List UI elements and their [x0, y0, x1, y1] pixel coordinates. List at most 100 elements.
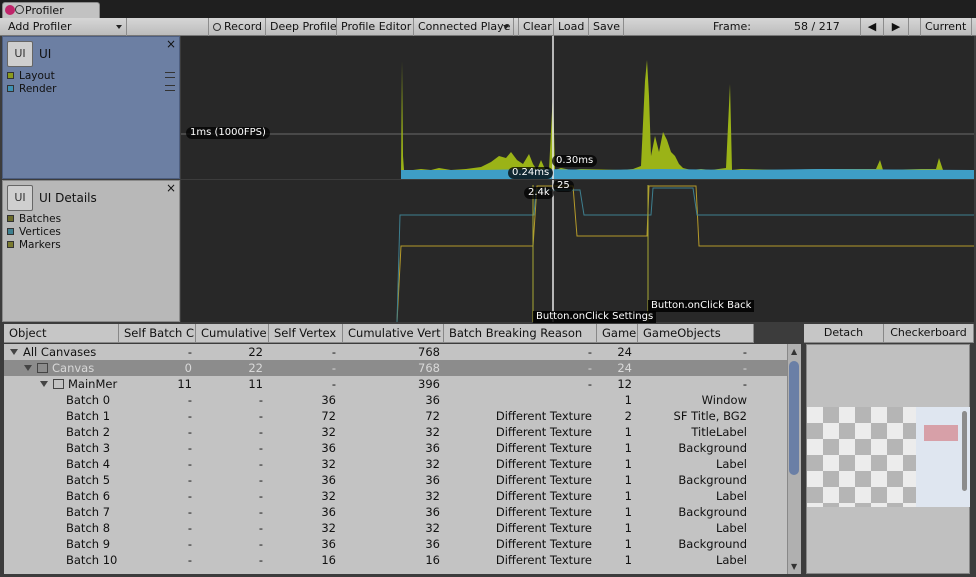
table-row[interactable]: Batch 6 - - 32 32 Different Texture 1 Label [4, 488, 787, 504]
scroll-up-icon[interactable]: ▲ [791, 347, 797, 356]
chevron-down-icon [503, 25, 509, 29]
cell-gameobjects: Background [678, 505, 747, 519]
cell-game: 1 [624, 537, 632, 551]
checkerboard-button[interactable]: Checkerboard [884, 324, 974, 343]
cell-gameobjects: Label [715, 553, 747, 567]
cell-gameobjects: - [742, 377, 747, 391]
detach-button[interactable]: Detach [804, 324, 884, 343]
load-label: Load [558, 20, 585, 33]
cell-self-batch: - [187, 489, 192, 503]
expand-triangle-icon[interactable] [40, 381, 48, 387]
col-self-batch[interactable]: Self Batch C [119, 324, 196, 343]
col-batch-breaking-reason[interactable]: Batch Breaking Reason [444, 324, 597, 343]
close-icon[interactable]: × [166, 181, 176, 195]
cell-object: Batch 10 [66, 552, 119, 568]
add-profiler-dropdown[interactable]: Add Profiler [4, 18, 127, 36]
layout-swatch [7, 72, 14, 79]
cell-gameobjects: Label [715, 489, 747, 503]
cell-self-vertex: 36 [321, 441, 336, 455]
connected-player-dropdown[interactable]: Connected Playe [414, 18, 514, 36]
deep-profile-button[interactable]: Deep Profile [266, 18, 337, 36]
expand-triangle-icon[interactable] [24, 365, 32, 371]
table-row[interactable]: Batch 9 - - 36 36 Different Texture 1 Backgroun… [4, 536, 787, 552]
graph-value-label-batches: 25 [553, 180, 574, 192]
cell-cumulative: - [258, 457, 263, 471]
profiler-tab[interactable]: Profiler [2, 2, 100, 18]
col-cumulative[interactable]: Cumulative [196, 324, 269, 343]
table-header: Object Self Batch C Cumulative Self Vert… [4, 324, 754, 343]
table-row[interactable]: Batch 10 - - 16 16 Different Texture 1 Label [4, 552, 787, 568]
drag-handle-icon[interactable] [165, 72, 175, 78]
cell-object: Canvas [24, 360, 119, 376]
table-row[interactable]: Canvas 0 22 - 768 - 24 - [4, 360, 787, 376]
scrollbar-thumb[interactable] [789, 361, 799, 475]
object-name: Batch 0 [66, 393, 111, 407]
cell-self-batch: - [187, 553, 192, 567]
graph-value-label-render: 0.24ms [508, 167, 554, 179]
close-icon[interactable]: × [166, 37, 176, 51]
table-row[interactable]: All Canvases - 22 - 768 - 24 - [4, 344, 787, 360]
clear-label: Clear [523, 20, 552, 33]
scroll-down-icon[interactable]: ▼ [791, 562, 797, 571]
ui-details-module-title: UI Details [39, 191, 97, 205]
col-cumulative-vert[interactable]: Cumulative Vert [343, 324, 444, 343]
table-row[interactable]: Batch 8 - - 32 32 Different Texture 1 Label [4, 520, 787, 536]
graph-value-label-vertices: 2.4k [524, 187, 554, 199]
window-title-bar [0, 0, 976, 18]
col-gameobjects[interactable]: GameObjects [638, 324, 754, 343]
cell-object: Batch 8 [66, 520, 119, 536]
ui-details-graph[interactable]: 25 2.4k Button.onClick Settings Button.o… [181, 180, 974, 323]
object-name: Batch 8 [66, 521, 111, 535]
load-button[interactable]: Load [554, 18, 589, 36]
object-name: Batch 7 [66, 505, 111, 519]
cell-self-batch: - [187, 409, 192, 423]
table-row[interactable]: Batch 2 - - 32 32 Different Texture 1 TitleLabe… [4, 424, 787, 440]
col-object[interactable]: Object [4, 324, 119, 343]
drag-handle-icon[interactable] [165, 85, 175, 91]
cell-self-batch: - [187, 505, 192, 519]
legend-render[interactable]: Render [7, 83, 56, 95]
profile-editor-button[interactable]: Profile Editor [337, 18, 414, 36]
legend-vertices-label: Vertices [19, 226, 61, 238]
object-name: Batch 1 [66, 409, 111, 423]
expand-triangle-icon[interactable] [10, 349, 18, 355]
table-row[interactable]: Batch 4 - - 32 32 Different Texture 1 Label [4, 456, 787, 472]
table-row[interactable]: Batch 7 - - 36 36 Different Texture 1 Backgroun… [4, 504, 787, 520]
cell-self-vertex: 36 [321, 505, 336, 519]
col-game[interactable]: Game [597, 324, 638, 343]
legend-vertices[interactable]: Vertices [7, 226, 61, 238]
table-row[interactable]: Batch 1 - - 72 72 Different Texture 2 SF Title,… [4, 408, 787, 424]
cell-cumulative: - [258, 409, 263, 423]
ui-timing-graph[interactable]: 1ms (1000FPS) 0.30ms 0.24ms [181, 36, 974, 179]
cell-batch-breaking-reason: Different Texture [495, 425, 592, 439]
record-button[interactable]: Record [208, 18, 266, 36]
ui-profiler-module[interactable]: UI UI × Layout Render [2, 36, 180, 179]
legend-batches[interactable]: Batches [7, 213, 61, 225]
ui-details-profiler-module[interactable]: UI UI Details × Batches Vertices Markers [2, 180, 180, 322]
prev-frame-button[interactable]: ◀ [860, 18, 884, 36]
cell-self-vertex: 32 [321, 425, 336, 439]
cell-object: Batch 1 [66, 408, 119, 424]
clear-button[interactable]: Clear [518, 18, 554, 36]
canvas-object-icon [53, 379, 64, 389]
object-name: Batch 5 [66, 473, 111, 487]
table-row[interactable]: MainMer 11 11 - 396 - 12 - [4, 376, 787, 392]
save-button[interactable]: Save [589, 18, 624, 36]
markers-swatch [7, 241, 14, 248]
close-dot-icon[interactable] [5, 5, 15, 15]
legend-layout[interactable]: Layout [7, 70, 55, 82]
cell-cumulative-vert: 36 [425, 473, 440, 487]
next-frame-button[interactable]: ▶ [884, 18, 909, 36]
current-frame-button[interactable]: Current [920, 18, 972, 36]
cell-batch-breaking-reason: Different Texture [495, 505, 592, 519]
ui-details-module-icon: UI [7, 185, 33, 211]
table-row[interactable]: Batch 0 - - 36 36 1 Window [4, 392, 787, 408]
profiler-clock-icon [15, 5, 24, 14]
cell-gameobjects: SF Title, BG2 [673, 409, 747, 423]
cell-cumulative: - [258, 521, 263, 535]
table-row[interactable]: Batch 5 - - 36 36 Different Texture 1 Backgroun… [4, 472, 787, 488]
col-self-vertex[interactable]: Self Vertex [269, 324, 343, 343]
table-row[interactable]: Batch 3 - - 36 36 Different Texture 1 Backgroun… [4, 440, 787, 456]
render-series-area [401, 169, 974, 179]
legend-markers[interactable]: Markers [7, 239, 61, 251]
